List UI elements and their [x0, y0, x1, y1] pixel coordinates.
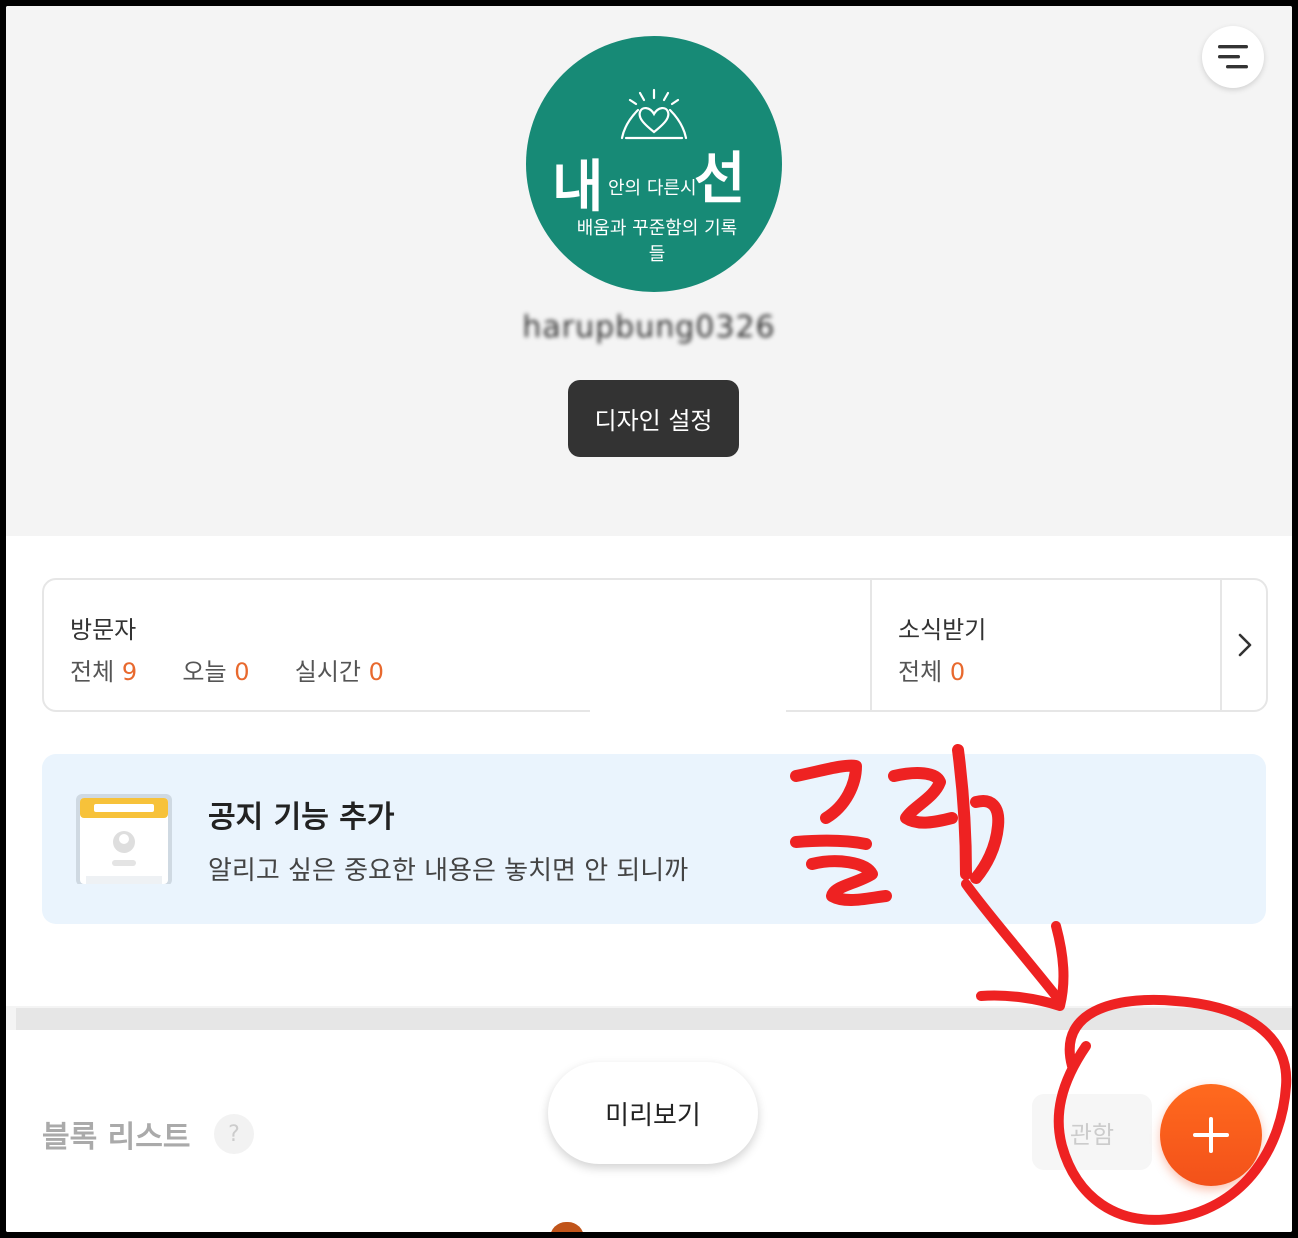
- blog-header: 내 안의 다른시 선 배움과 꾸준함의 기록들 harupbung0326 디자…: [6, 6, 1292, 536]
- section-separator: [16, 1008, 1292, 1030]
- dashboard-content: 방문자 전체 9 오늘 0 실시간 0 소식받기 전체 0 공지 기능 추가 알…: [6, 536, 1292, 1006]
- visitors-title: 방문자: [70, 616, 137, 644]
- subscribers-total-label: 전체: [898, 658, 943, 686]
- visitors-counts: 전체 9 오늘 0 실시간 0: [70, 652, 384, 687]
- stats-divider: [870, 580, 872, 710]
- blog-username: harupbung0326: [522, 310, 776, 345]
- stats-next-button[interactable]: [1224, 580, 1266, 710]
- visitors-realtime-label: 실시간: [294, 658, 361, 686]
- notice-card-icon: [76, 794, 172, 884]
- block-list-title: 블록 리스트: [42, 1120, 191, 1155]
- logo-letter-left: 내: [552, 155, 604, 220]
- hamburger-menu-icon: [1218, 45, 1248, 69]
- preview-button[interactable]: 미리보기: [548, 1062, 758, 1164]
- logo-subtitle: 배움과 꾸준함의 기록들: [576, 218, 738, 265]
- menu-button[interactable]: [1202, 26, 1264, 88]
- subscribers-title: 소식받기: [898, 616, 987, 644]
- stats-divider-right: [1220, 580, 1222, 710]
- logo-letter-right: 선: [694, 147, 746, 212]
- redacted-area: [590, 580, 786, 760]
- page-frame: 내 안의 다른시 선 배움과 꾸준함의 기록들 harupbung0326 디자…: [6, 6, 1292, 1232]
- logo-small-text: 안의 다른시: [608, 178, 697, 199]
- visitors-total-label: 전체: [70, 658, 115, 686]
- notice-description: 알리고 싶은 중요한 내용은 놓치면 안 되니까: [208, 856, 689, 886]
- stats-card: 방문자 전체 9 오늘 0 실시간 0 소식받기 전체 0: [42, 578, 1268, 760]
- visitors-today-value: 0: [234, 658, 250, 686]
- add-block-button[interactable]: [1160, 1084, 1262, 1186]
- subscribers-total-value: 0: [949, 658, 966, 686]
- design-settings-button[interactable]: 디자인 설정: [568, 380, 739, 457]
- subscribers-counts: 전체 0: [898, 652, 965, 687]
- notice-title: 공지 기능 추가: [208, 800, 395, 835]
- help-button[interactable]: ?: [214, 1114, 254, 1154]
- blog-logo[interactable]: 내 안의 다른시 선 배움과 꾸준함의 기록들: [526, 36, 782, 292]
- heart-hands-icon: [620, 88, 688, 140]
- notice-feature-banner[interactable]: 공지 기능 추가 알리고 싶은 중요한 내용은 놓치면 안 되니까: [42, 754, 1266, 924]
- visitors-realtime-value: 0: [368, 658, 384, 686]
- close-button[interactable]: 관함: [1032, 1094, 1152, 1170]
- visitors-total-value: 9: [121, 658, 138, 686]
- plus-icon: [1193, 1117, 1229, 1153]
- visitors-today-label: 오늘: [182, 658, 227, 686]
- block-list-section: 블록 리스트 ? 미리보기 관함: [6, 1030, 1292, 1232]
- chevron-right-icon: [1238, 633, 1252, 657]
